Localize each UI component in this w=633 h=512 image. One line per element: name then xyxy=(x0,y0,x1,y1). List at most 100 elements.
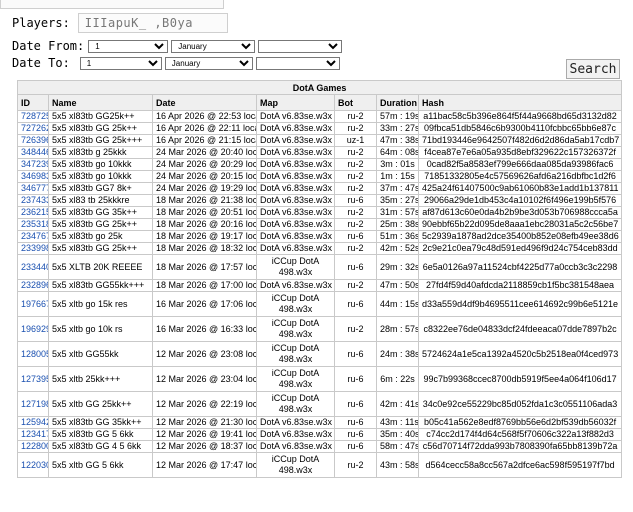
game-bot-cell: ru-6 xyxy=(334,230,377,243)
game-map-cell: iCCup DotA 498.w3x xyxy=(256,254,335,280)
game-hash-cell: 27fd4f59d40afdcda2118859cb1f5bc381548aea xyxy=(417,279,623,292)
game-hash-cell: b05c41a562e8edf8769bb56e6d2bf539db56032f xyxy=(417,416,623,429)
game-id-link[interactable]: 235318 xyxy=(21,220,48,230)
date-to-year-select[interactable] xyxy=(255,56,340,70)
game-id-cell: 347239 xyxy=(17,158,49,171)
date-to-label: Date To: xyxy=(12,56,70,70)
game-id-link[interactable]: 237433 xyxy=(21,196,48,206)
date-from-day-select[interactable]: 1 xyxy=(88,39,169,53)
game-id-link[interactable]: 127198 xyxy=(21,399,48,409)
game-id-link[interactable]: 233440 xyxy=(21,262,48,272)
game-date-cell: 16 Apr 2026 @ 22:53 local xyxy=(152,110,257,123)
game-id-link[interactable]: 728725 xyxy=(21,112,48,122)
game-map-cell: iCCup DotA 498.w3x xyxy=(256,366,335,392)
table-row: 232896 5x5 xl83tb GG55kk+++ 18 Mar 2026 @ … xyxy=(17,279,623,292)
game-name-cell: 5x5 XLTB 20K REEEE xyxy=(48,254,153,280)
game-id-link[interactable]: 346983 xyxy=(21,172,48,182)
date-to-month-select[interactable]: January xyxy=(164,56,253,70)
game-map-cell: DotA v6.83se.w3x xyxy=(256,428,335,441)
game-bot-cell: ru-2 xyxy=(334,452,377,478)
date-from-month-select[interactable]: January xyxy=(171,39,256,53)
game-name-cell: 5x5 xl83tb GG55kk+++ xyxy=(48,279,153,292)
date-to-day-select[interactable]: 1 xyxy=(79,56,162,70)
game-hash-cell: f4cea87e7e6a05a935d8ebf329622c157326372f xyxy=(417,146,623,159)
game-id-link[interactable]: 233998 xyxy=(21,244,48,254)
players-row: Players: xyxy=(12,11,342,35)
game-id-link[interactable]: 122030 xyxy=(21,460,48,470)
game-name-cell: 5x5 xl83tb g 25kkk xyxy=(48,146,153,159)
game-bot-cell: ru-6 xyxy=(334,341,377,367)
game-map-cell: DotA v6.83se.w3x xyxy=(256,182,335,195)
column-header-name: Name xyxy=(48,94,153,111)
game-id-link[interactable]: 347239 xyxy=(21,160,48,170)
game-name-cell: 5x5 xltb go 10k rs xyxy=(48,316,153,342)
game-id-link[interactable]: 128005 xyxy=(21,349,48,359)
game-bot-cell: ru-2 xyxy=(334,146,377,159)
table-row: 726396 5x5 xl83tb GG 25k+++ 16 Apr 2026 @ … xyxy=(17,134,623,147)
game-duration-cell: 31m : 57s xyxy=(376,206,419,219)
game-bot-cell: ru-2 xyxy=(334,158,377,171)
game-id-link[interactable]: 123417 xyxy=(21,430,48,440)
game-map-cell: DotA v6.83se.w3x xyxy=(256,416,335,429)
game-name-cell: 5x5 xltb GG 25kk++ xyxy=(48,391,153,417)
game-id-link[interactable]: 196929 xyxy=(21,324,48,334)
game-id-cell: 728725 xyxy=(17,110,49,123)
game-bot-cell: ru-6 xyxy=(334,416,377,429)
table-caption: DotA Games xyxy=(16,80,623,95)
game-hash-cell: 71851332805e4c57569626afd6a216dbfbc1d2f6 xyxy=(417,170,623,183)
game-name-cell: 5x5 xltb 25kk+++ xyxy=(48,366,153,392)
game-id-link[interactable]: 197667 xyxy=(21,299,48,309)
game-id-link[interactable]: 232896 xyxy=(21,281,48,291)
game-date-cell: 16 Apr 2026 @ 21:15 local xyxy=(152,134,257,147)
table-body: 728725 5x5 xl83tb GG25k++ 16 Apr 2026 @ 22… xyxy=(17,110,623,478)
game-map-cell: iCCup DotA 498.w3x xyxy=(256,291,335,317)
date-from-year-select[interactable] xyxy=(258,39,343,53)
table-row: 233998 5x5 xl83tb GG 25k++ 18 Mar 2026 @ 1… xyxy=(17,242,623,255)
game-id-link[interactable]: 125942 xyxy=(21,418,48,428)
players-input[interactable] xyxy=(77,13,228,33)
game-hash-cell: 0cad82f5a8583ef799e666daa085da93986fac6 xyxy=(417,158,623,171)
game-date-cell: 18 Mar 2026 @ 20:16 local xyxy=(152,218,257,231)
game-id-link[interactable]: 346777 xyxy=(21,184,48,194)
game-name-cell: 5x5 xl83tb GG 25k++ xyxy=(48,242,153,255)
game-bot-cell: ru-6 xyxy=(334,391,377,417)
game-duration-cell: 3m : 01s xyxy=(376,158,419,171)
game-date-cell: 16 Mar 2026 @ 16:33 local xyxy=(152,316,257,342)
game-id-cell: 128005 xyxy=(17,341,49,367)
game-id-link[interactable]: 348446 xyxy=(21,148,48,158)
game-bot-cell: ru-2 xyxy=(334,122,377,135)
game-id-cell: 346777 xyxy=(17,182,49,195)
search-button[interactable]: Search xyxy=(566,59,620,79)
game-duration-cell: 58m : 47s xyxy=(376,440,419,453)
table-row: 236215 5x5 xl83tb GG 35k++ 18 Mar 2026 @ 2… xyxy=(17,206,623,219)
game-map-cell: DotA v6.83se.w3x xyxy=(256,194,335,207)
game-id-link[interactable]: 122800 xyxy=(21,442,48,452)
game-map-cell: DotA v6.83se.w3x xyxy=(256,440,335,453)
table-row: 127198 5x5 xltb GG 25kk++ 12 Mar 2026 @ 22… xyxy=(17,391,623,417)
game-map-cell: DotA v6.83se.w3x xyxy=(256,146,335,159)
game-date-cell: 18 Mar 2026 @ 18:32 local xyxy=(152,242,257,255)
table-row: 348446 5x5 xl83tb g 25kkk 24 Mar 2026 @ 20… xyxy=(17,146,623,159)
game-id-cell: 127198 xyxy=(17,391,49,417)
game-name-cell: 5x5 xltb GG55kk xyxy=(48,341,153,367)
game-id-cell: 196929 xyxy=(17,316,49,342)
game-map-cell: DotA v6.83se.w3x xyxy=(256,122,335,135)
game-hash-cell: 425a24f61407500c9ab61060b83e1add1b137811 xyxy=(417,182,623,195)
top-panel-edge xyxy=(0,0,224,9)
game-name-cell: 5x5 xltb GG 5 6kk xyxy=(48,452,153,478)
game-hash-cell: 09fbca51db5846c6b9300b4110fcbbc65bb6e87c xyxy=(417,122,623,135)
game-id-link[interactable]: 127395 xyxy=(21,374,48,384)
game-id-cell: 235318 xyxy=(17,218,49,231)
game-name-cell: 5x5 xl83tb GG 5 6kk xyxy=(48,428,153,441)
game-id-link[interactable]: 726396 xyxy=(21,136,48,146)
game-id-cell: 727262 xyxy=(17,122,49,135)
column-header-hash: Hash xyxy=(417,94,623,111)
game-duration-cell: 43m : 11s xyxy=(376,416,419,429)
game-id-link[interactable]: 236215 xyxy=(21,208,48,218)
game-id-link[interactable]: 727262 xyxy=(21,124,48,134)
game-map-cell: DotA v6.83se.w3x xyxy=(256,158,335,171)
game-id-cell: 122800 xyxy=(17,440,49,453)
game-bot-cell: ru-6 xyxy=(334,366,377,392)
game-id-link[interactable]: 234767 xyxy=(21,232,48,242)
game-bot-cell: ru-2 xyxy=(334,170,377,183)
